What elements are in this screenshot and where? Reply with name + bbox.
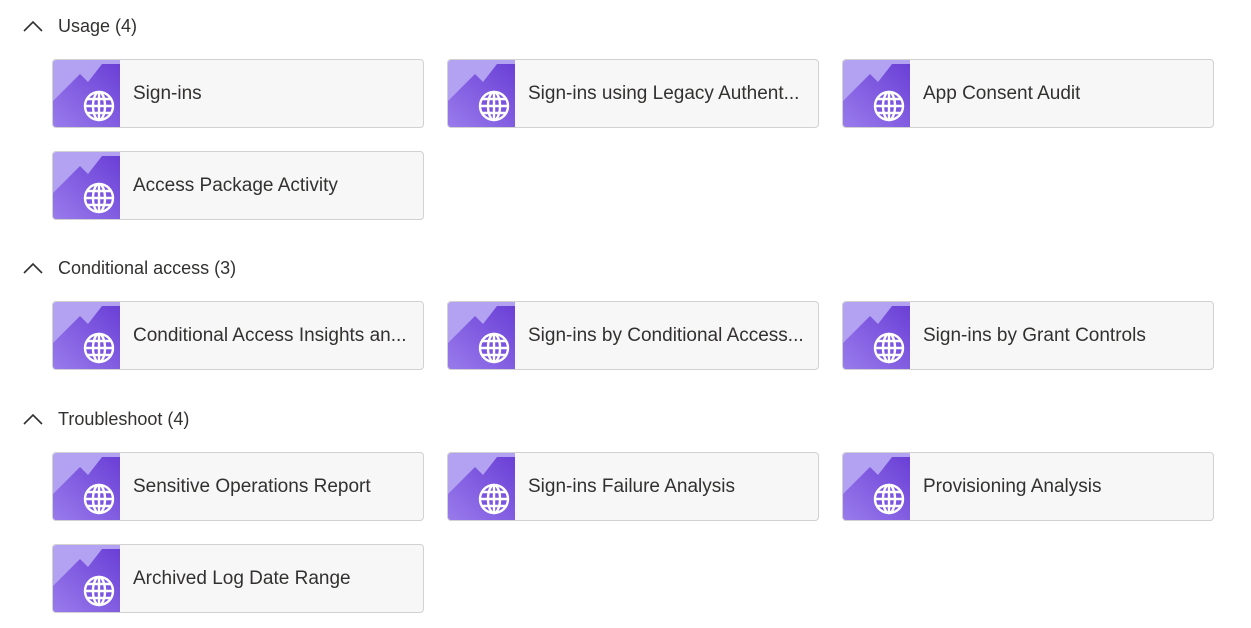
workbook-title: Sign-ins: [133, 82, 202, 104]
workbook-card[interactable]: Sensitive Operations Report: [52, 452, 424, 521]
workbook-globe-icon: [843, 60, 910, 127]
chevron-up-icon: [23, 20, 43, 32]
workbook-card[interactable]: Sign-ins Failure Analysis: [447, 452, 819, 521]
workbook-globe-icon: [53, 545, 120, 612]
workbook-card[interactable]: App Consent Audit: [842, 59, 1214, 128]
workbook-globe-icon: [448, 60, 515, 127]
section-header[interactable]: Usage (4): [22, 14, 137, 38]
workbook-globe-icon: [448, 453, 515, 520]
workbook-title: Sign-ins by Grant Controls: [923, 324, 1146, 346]
workbook-globe-icon: [448, 302, 515, 369]
section-header[interactable]: Conditional access (3): [22, 256, 236, 280]
workbook-title: Sensitive Operations Report: [133, 475, 371, 497]
workbook-card[interactable]: Sign-ins: [52, 59, 424, 128]
workbook-title: Provisioning Analysis: [923, 475, 1102, 497]
section-header[interactable]: Troubleshoot (4): [22, 407, 189, 431]
workbook-title: App Consent Audit: [923, 82, 1081, 104]
workbook-card[interactable]: Archived Log Date Range: [52, 544, 424, 613]
chevron-up-icon: [23, 262, 43, 274]
workbook-globe-icon: [53, 453, 120, 520]
workbook-globe-icon: [843, 302, 910, 369]
workbook-globe-icon: [53, 302, 120, 369]
workbook-globe-icon: [843, 453, 910, 520]
section-title: Usage (4): [58, 15, 138, 36]
section-title: Troubleshoot (4): [58, 408, 190, 429]
workbook-title: Sign-ins using Legacy Authent...: [528, 82, 800, 104]
workbook-globe-icon: [53, 152, 120, 219]
workbook-card[interactable]: Conditional Access Insights an...: [52, 301, 424, 370]
workbook-title: Archived Log Date Range: [133, 567, 351, 589]
workbook-globe-icon: [53, 60, 120, 127]
workbook-title: Access Package Activity: [133, 174, 338, 196]
workbook-title: Conditional Access Insights an...: [133, 324, 407, 346]
section-title: Conditional access (3): [58, 257, 237, 278]
workbook-title: Sign-ins Failure Analysis: [528, 475, 735, 497]
workbook-card[interactable]: Provisioning Analysis: [842, 452, 1214, 521]
workbook-card[interactable]: Access Package Activity: [52, 151, 424, 220]
workbook-card[interactable]: Sign-ins using Legacy Authent...: [447, 59, 819, 128]
workbook-card[interactable]: Sign-ins by Grant Controls: [842, 301, 1214, 370]
chevron-up-icon: [23, 413, 43, 425]
workbook-card[interactable]: Sign-ins by Conditional Access...: [447, 301, 819, 370]
workbook-title: Sign-ins by Conditional Access...: [528, 324, 804, 346]
